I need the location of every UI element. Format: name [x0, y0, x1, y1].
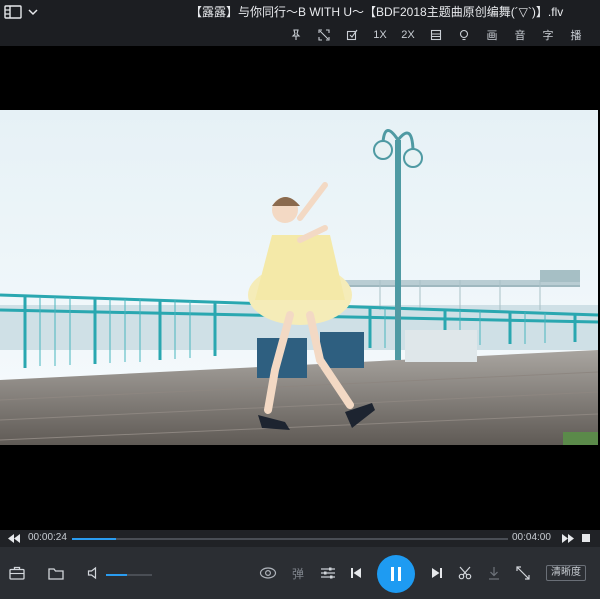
player-menu-icon[interactable]: [4, 5, 22, 19]
progress-bar[interactable]: [72, 538, 508, 540]
video-area[interactable]: [0, 46, 600, 530]
total-time: 00:04:00: [512, 532, 551, 543]
rewind-icon[interactable]: [8, 534, 20, 543]
light-bulb-icon[interactable]: [450, 24, 478, 46]
pin-on-top-icon[interactable]: [282, 24, 310, 46]
layout-icon[interactable]: [422, 24, 450, 46]
chevron-down-icon[interactable]: [28, 8, 38, 16]
volume-fill: [106, 574, 127, 576]
pause-icon: [391, 567, 401, 581]
fast-forward-icon[interactable]: [562, 534, 574, 543]
title-bar: 【露露】与你同行～B WITH U～【BDF2018主题曲原创编舞(´▽`)】.…: [0, 0, 600, 24]
screenshot-icon[interactable]: [338, 24, 366, 46]
volume-icon[interactable]: [86, 565, 102, 581]
window-title: 【露露】与你同行～B WITH U～【BDF2018主题曲原创编舞(´▽`)】.…: [190, 5, 564, 19]
menu-group: [0, 5, 60, 19]
next-icon[interactable]: [428, 564, 446, 582]
eye-protection-icon[interactable]: [257, 564, 279, 582]
video-picture: [0, 110, 598, 445]
progress-row: 00:00:24 00:04:00: [0, 530, 600, 547]
speed-1x-button[interactable]: 1X: [366, 24, 394, 46]
volume-slider[interactable]: [106, 574, 152, 576]
open-folder-icon[interactable]: [47, 565, 65, 581]
toolbox-icon[interactable]: [8, 565, 26, 581]
scissors-icon[interactable]: [455, 564, 475, 582]
current-time: 00:00:24: [28, 532, 67, 543]
speed-2x-button[interactable]: 2X: [394, 24, 422, 46]
audio-button[interactable]: 音: [506, 24, 534, 46]
video-frame[interactable]: [0, 110, 598, 445]
stop-icon[interactable]: [582, 534, 590, 542]
subtitle-button[interactable]: 字: [534, 24, 562, 46]
equalizer-icon[interactable]: [318, 564, 338, 582]
mini-mode-icon[interactable]: [513, 564, 533, 582]
toolbar: 1X 2X 画 音 字 播: [0, 24, 600, 46]
download-icon[interactable]: [484, 564, 504, 582]
quality-button[interactable]: 清晰度: [546, 565, 586, 581]
picture-button[interactable]: 画: [478, 24, 506, 46]
previous-icon[interactable]: [347, 564, 365, 582]
fullscreen-icon[interactable]: [310, 24, 338, 46]
playlist-button[interactable]: 播: [562, 24, 590, 46]
danmaku-button[interactable]: 弹: [288, 564, 308, 582]
pause-button[interactable]: [377, 555, 415, 593]
progress-fill: [72, 538, 116, 540]
control-bar: 弹 清晰度: [0, 547, 600, 599]
